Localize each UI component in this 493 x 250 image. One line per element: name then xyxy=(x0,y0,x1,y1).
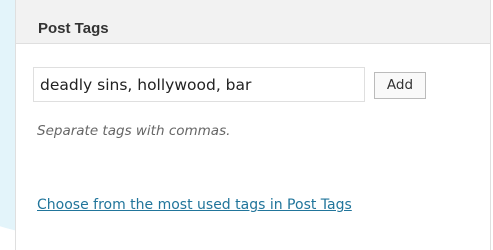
add-tag-button[interactable]: Add xyxy=(374,72,426,99)
page: Post Tags Add Separate tags with commas.… xyxy=(0,0,493,250)
tag-hint-text: Separate tags with commas. xyxy=(37,123,231,139)
tag-input[interactable] xyxy=(33,67,365,102)
most-used-tags-link[interactable]: Choose from the most used tags in Post T… xyxy=(37,193,457,218)
post-tags-box: Post Tags Add Separate tags with commas.… xyxy=(15,0,491,250)
postbox-header[interactable]: Post Tags xyxy=(16,0,490,44)
postbox-title: Post Tags xyxy=(38,20,109,37)
